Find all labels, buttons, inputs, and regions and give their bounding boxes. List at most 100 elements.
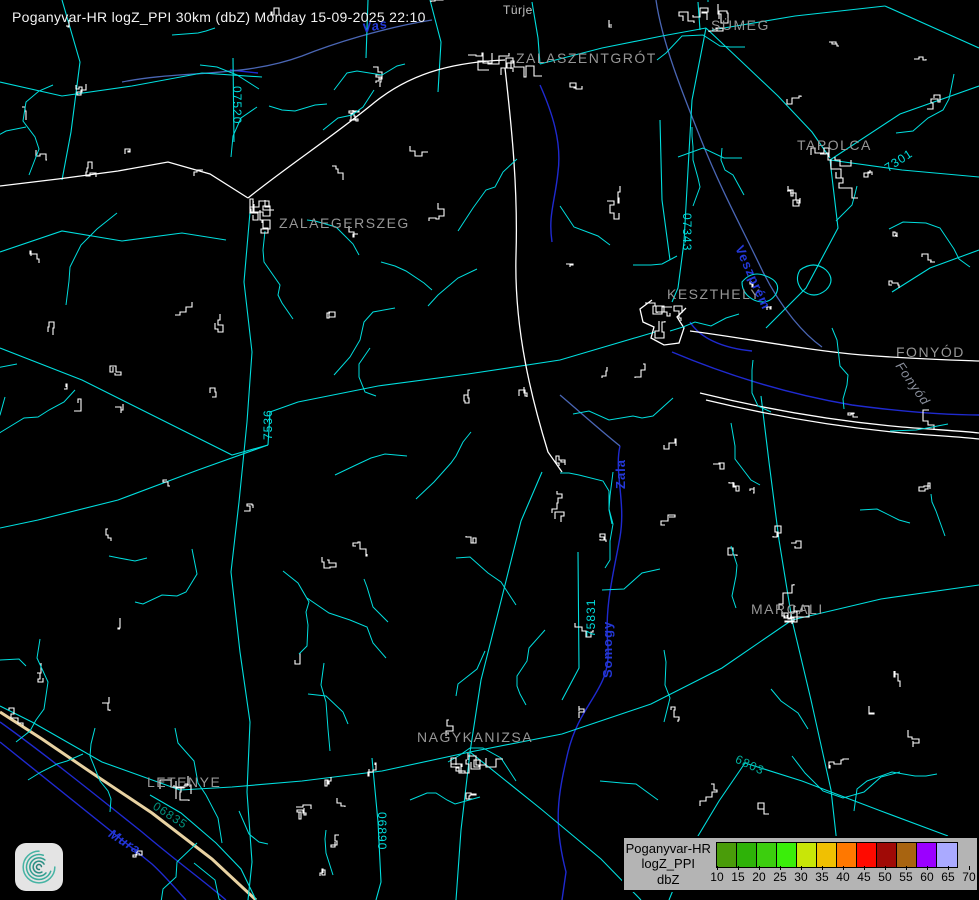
- map-line: [331, 835, 339, 847]
- road-lines: [0, 0, 979, 900]
- map-line: [109, 556, 147, 561]
- map-line: [731, 423, 760, 485]
- map-line: [792, 756, 900, 798]
- map-line: [869, 706, 874, 714]
- map-line: [135, 549, 197, 604]
- legend-tick-label: 30: [790, 870, 811, 884]
- map-line: [368, 763, 376, 776]
- map-line: [635, 364, 645, 378]
- legend-title: Poganyvar-HR logZ_PPI dbZ: [624, 838, 712, 890]
- map-line: [325, 830, 333, 875]
- map-line: [566, 264, 573, 267]
- legend-title-line1: Poganyvar-HR: [626, 841, 711, 857]
- map-line: [679, 12, 694, 23]
- legend-tick-label: 20: [748, 870, 769, 884]
- map-line: [692, 127, 700, 206]
- map-line: [600, 781, 658, 800]
- map-line: [914, 57, 926, 60]
- map-line: [410, 146, 428, 156]
- map-line: [618, 186, 620, 203]
- map-line: [661, 515, 675, 525]
- legend-tick-label: 40: [832, 870, 853, 884]
- map-line: [429, 203, 444, 221]
- map-line: [210, 388, 216, 397]
- map-line: [428, 269, 477, 306]
- road-label-06890: 06890: [375, 812, 389, 850]
- map-line: [896, 74, 954, 133]
- legend-color-cell: [877, 843, 897, 867]
- map-line: [110, 366, 121, 375]
- map-line: [0, 397, 5, 457]
- map-line: [678, 148, 742, 158]
- city-label-nagykanizsa: NAGYKANIZSA: [417, 729, 533, 745]
- map-line: [832, 328, 848, 409]
- map-line: [254, 204, 274, 216]
- legend-color-cell: [757, 843, 777, 867]
- map-line: [721, 148, 744, 195]
- map-line: [787, 96, 801, 104]
- road-label-07520: 07520: [230, 86, 244, 124]
- map-line: [321, 663, 330, 751]
- map-line: [307, 598, 386, 658]
- map-line: [671, 707, 679, 722]
- map-line: [836, 186, 857, 221]
- legend-color-cell: [837, 843, 857, 867]
- map-line: [74, 399, 81, 411]
- map-line: [693, 8, 708, 20]
- map-line: [456, 651, 485, 696]
- map-line: [560, 206, 610, 245]
- radar-screen: Poganyvar-HR logZ_PPI 30km (dbZ) Monday …: [0, 0, 979, 900]
- map-line: [320, 869, 325, 876]
- map-line: [860, 509, 910, 523]
- legend-title-line2: logZ_PPI: [642, 856, 695, 872]
- map-line: [700, 784, 717, 806]
- map-line: [922, 254, 935, 262]
- map-line: [820, 153, 841, 178]
- legend-scale: 10152025303540455055606570: [716, 838, 977, 890]
- map-line: [894, 671, 900, 687]
- map-line: [64, 384, 67, 389]
- map-line: [633, 256, 677, 265]
- map-line: [215, 314, 223, 332]
- map-line: [555, 512, 564, 522]
- map-line: [269, 104, 327, 111]
- map-line: [364, 579, 388, 622]
- dbz-color-legend: Poganyvar-HR logZ_PPI dbZ 10152025303540…: [622, 836, 979, 892]
- road-label-75831: 75831: [584, 599, 598, 637]
- map-line: [0, 390, 75, 439]
- map-line: [464, 390, 470, 403]
- legend-tick-label: 35: [811, 870, 832, 884]
- map-line: [23, 85, 53, 175]
- map-line: [118, 618, 120, 629]
- map-line: [373, 67, 382, 79]
- town-label-turje: Türje: [503, 3, 533, 17]
- map-line: [332, 166, 343, 180]
- map-line: [37, 663, 43, 682]
- map-line: [416, 432, 471, 499]
- map-line: [295, 653, 300, 664]
- map-line: [0, 364, 17, 389]
- map-line: [570, 83, 582, 89]
- map-line: [713, 463, 724, 469]
- map-line: [791, 541, 801, 548]
- city-label-fonyod: FONYÓD: [896, 344, 965, 360]
- legend-color-cell: [737, 843, 757, 867]
- map-line: [335, 454, 407, 475]
- city-label-sumeg: SÜMEG: [711, 17, 770, 33]
- map-line: [829, 759, 849, 768]
- city-label-letenye: LETENYE: [147, 774, 221, 790]
- map-line: [250, 199, 254, 212]
- map-line: [106, 529, 111, 541]
- map-line: [260, 210, 270, 233]
- map-line: [451, 758, 465, 773]
- map-line: [466, 536, 476, 543]
- map-line: [664, 439, 676, 449]
- legend-color-cell: [797, 843, 817, 867]
- map-line: [848, 413, 858, 417]
- river-label-zala: Zala: [613, 459, 628, 489]
- legend-tick-label: 55: [895, 870, 916, 884]
- map-line: [353, 542, 367, 556]
- map-line: [125, 149, 130, 154]
- map-line: [600, 534, 606, 542]
- major-road-lines: [0, 60, 979, 472]
